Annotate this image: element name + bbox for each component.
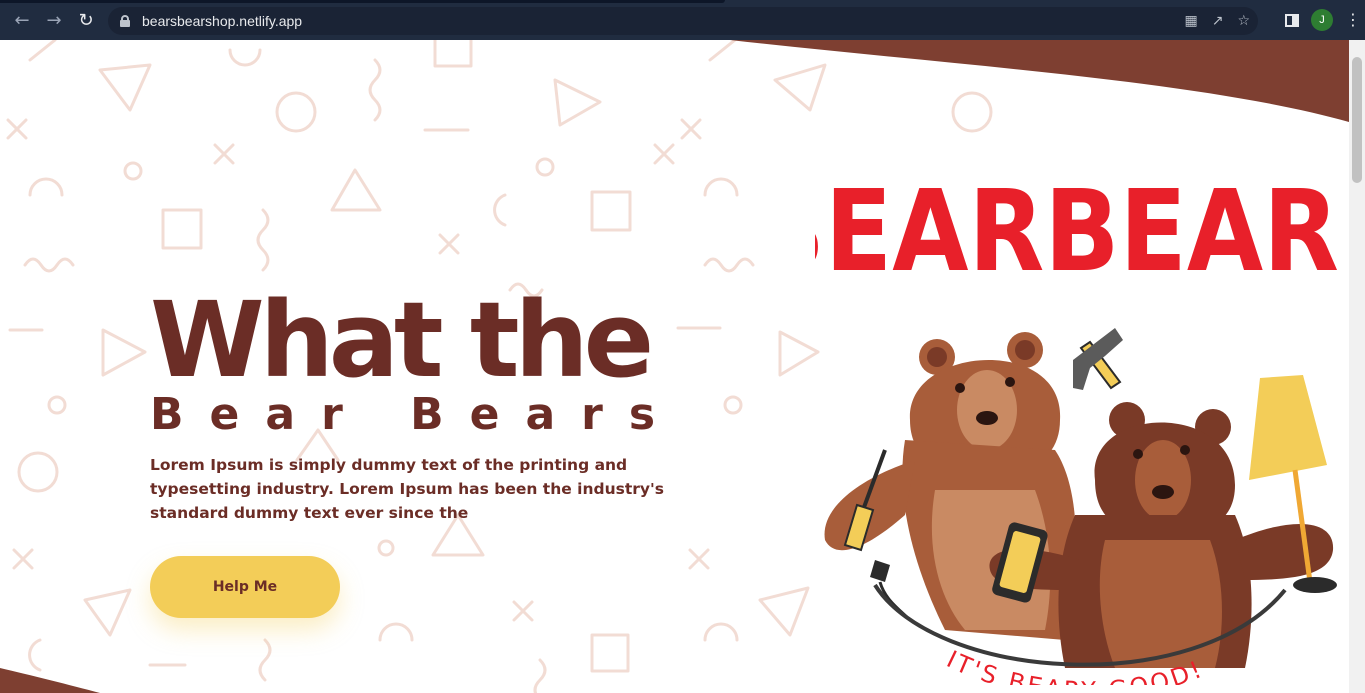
share-icon[interactable]: ↗ (1212, 13, 1224, 29)
url-text[interactable]: bearsbearshop.netlify.app (142, 13, 302, 29)
forward-arrow-icon[interactable]: → (38, 4, 70, 36)
back-arrow-icon[interactable]: ← (6, 4, 38, 36)
menu-icon[interactable]: ⋮ (1345, 12, 1361, 28)
hero-description: Lorem Ipsum is simply dummy text of the … (150, 456, 664, 522)
star-icon[interactable]: ☆ (1237, 13, 1250, 29)
scrollbar-thumb[interactable] (1352, 57, 1362, 183)
bearbears-logo: BEARBEARS (815, 166, 1345, 685)
translate-icon[interactable]: ▦ (1184, 13, 1197, 29)
hero-title: What the (150, 279, 654, 401)
landing-page: What the Bear Bears Lorem Ipsum is simpl… (0, 40, 1349, 693)
avatar[interactable]: J (1311, 9, 1333, 31)
browser-toolbar: ← → ↻ bearsbearshop.netlify.app ▦ ↗ ☆ J … (0, 0, 1365, 40)
logo-wordmark: BEARBEARS (815, 166, 1345, 297)
lock-icon[interactable] (120, 15, 130, 27)
reload-icon[interactable]: ↻ (70, 4, 102, 36)
side-panel-icon[interactable] (1285, 13, 1299, 27)
bear-left-illustration (824, 332, 1076, 640)
help-me-button[interactable]: Help Me (150, 556, 340, 618)
hammer-icon (1073, 328, 1123, 390)
address-bar[interactable]: bearsbearshop.netlify.app ▦ ↗ ☆ (108, 7, 1258, 35)
page-scrollbar[interactable] (1349, 40, 1365, 693)
hero-subtitle: Bear Bears (150, 389, 682, 440)
